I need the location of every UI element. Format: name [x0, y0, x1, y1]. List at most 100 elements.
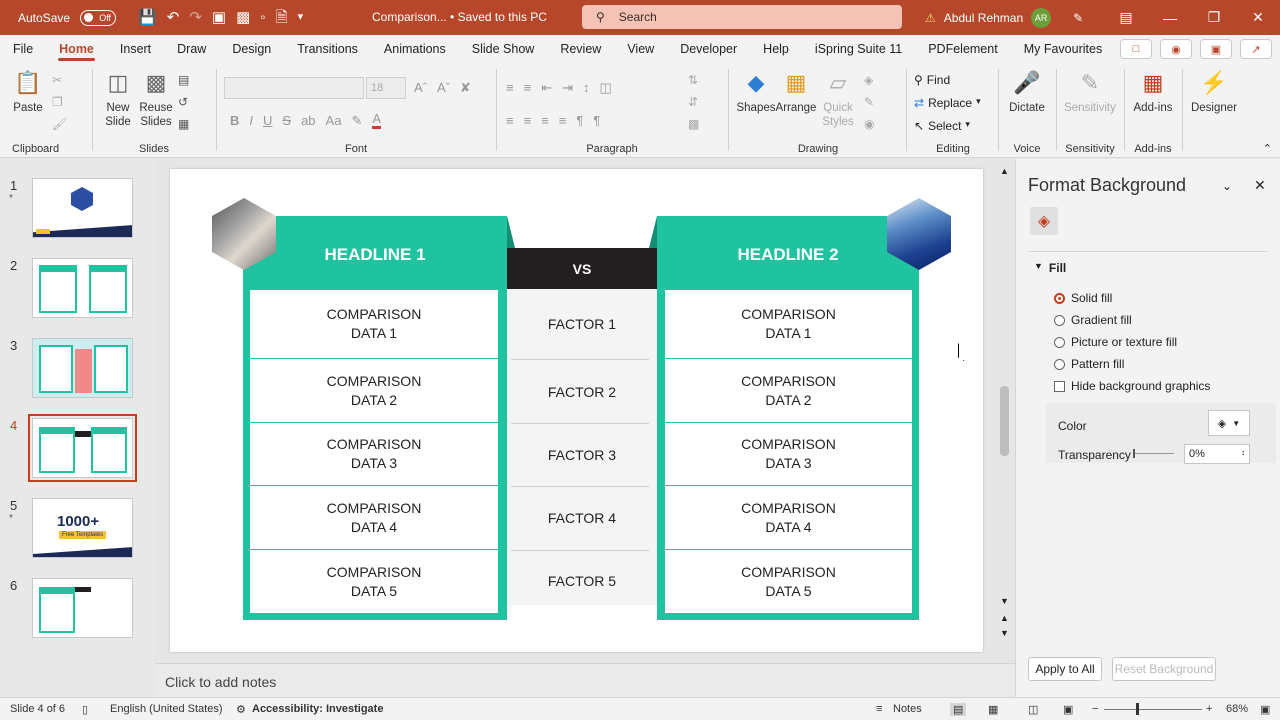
fit-to-window-icon[interactable]: ▣ — [1260, 703, 1270, 716]
thumbnail-row-1[interactable]: 1 * — [0, 178, 150, 242]
redo-icon[interactable]: ↷ — [189, 10, 202, 25]
numbering-icon[interactable]: ≡ — [524, 80, 532, 96]
align-right-icon[interactable]: ≡ — [541, 113, 549, 128]
hide-background-checkbox[interactable]: Hide background graphics — [1054, 379, 1210, 393]
tab-view[interactable]: View — [614, 35, 667, 63]
solid-fill-radio[interactable]: Solid fill — [1054, 291, 1112, 305]
quick-styles-button[interactable]: ▱ Quick Styles — [818, 69, 858, 129]
prev-slide-icon[interactable]: ▲ — [1000, 613, 1009, 623]
scroll-thumb[interactable] — [1000, 386, 1009, 456]
thumbnail-row-4[interactable]: 4 — [0, 414, 150, 482]
editor-scrollbar[interactable]: ▲ ▼ ▲ ▼ — [997, 166, 1013, 646]
gradient-fill-radio[interactable]: Gradient fill — [1054, 313, 1132, 327]
accessibility-status[interactable]: Accessibility: Investigate — [252, 703, 383, 715]
line-spacing-icon[interactable]: ↕ — [583, 80, 590, 96]
sensitivity-button[interactable]: ✎ Sensitivity — [1060, 69, 1120, 115]
thumbnail-row-3[interactable]: 3 — [0, 338, 150, 402]
tab-my-favourites[interactable]: My Favourites — [1011, 35, 1116, 63]
tab-home[interactable]: Home — [46, 35, 107, 63]
scroll-down-icon[interactable]: ▼ — [1000, 596, 1009, 606]
zoom-level[interactable]: 68% — [1226, 703, 1248, 715]
slide-thumbnail[interactable] — [32, 258, 133, 318]
clear-format-icon[interactable]: ✘ — [460, 80, 471, 96]
ltr-icon[interactable]: ¶ — [576, 113, 583, 128]
zoom-in-icon[interactable]: + — [1206, 703, 1212, 715]
comments-icon[interactable]: □ — [1120, 39, 1152, 59]
transparency-slider-thumb[interactable] — [1133, 449, 1135, 458]
customize-qat-icon[interactable]: ▾ — [298, 12, 304, 23]
reuse-slides-button[interactable]: ▩ Reuse Slides — [138, 69, 174, 129]
font-name-box[interactable] — [224, 77, 364, 99]
replace-button[interactable]: ⇄ Replace ▾ — [914, 96, 981, 110]
tab-design[interactable]: Design — [219, 35, 284, 63]
picture-fill-radio[interactable]: Picture or texture fill — [1054, 335, 1177, 349]
rtl-icon[interactable]: ¶ — [593, 113, 600, 128]
highlight-icon[interactable]: ✎ — [351, 113, 362, 129]
transparency-slider[interactable] — [1134, 453, 1174, 454]
shape-effects-icon[interactable]: ◉ — [864, 117, 874, 131]
new-slide-button[interactable]: ◫ New Slide — [98, 69, 138, 129]
slide-canvas[interactable]: HEADLINE 1 COMPARISON DATA 1 COMPARISON DA… — [170, 169, 983, 652]
addins-button[interactable]: ▦ Add-ins — [1128, 69, 1178, 115]
record-icon[interactable]: ◉ — [1160, 39, 1192, 59]
tab-pdfelement[interactable]: PDFelement — [915, 35, 1010, 63]
smartart-icon[interactable]: ▩ — [688, 117, 699, 131]
arrange-button[interactable]: ▦ Arrange — [774, 69, 818, 115]
bold-icon[interactable]: B — [230, 113, 239, 129]
normal-view-icon[interactable]: ▤ — [950, 703, 967, 716]
transparency-input[interactable]: 0% ↕ — [1184, 444, 1250, 464]
share-icon[interactable]: ↗ — [1240, 39, 1272, 59]
shape-outline-icon[interactable]: ✎ — [864, 95, 874, 109]
find-button[interactable]: ⚲ Find — [914, 73, 950, 87]
thumbnail-row-5[interactable]: 5 * 1000+ Free Templates — [0, 498, 150, 562]
columns-icon[interactable]: ◫ — [600, 80, 612, 96]
present-teams-icon[interactable]: ▣ — [1200, 39, 1232, 59]
scroll-up-icon[interactable]: ▲ — [1000, 166, 1009, 176]
zoom-out-icon[interactable]: − — [1092, 703, 1098, 715]
increase-indent-icon[interactable]: ⇥ — [562, 80, 573, 96]
pane-options-icon[interactable]: ⌄ — [1222, 179, 1232, 193]
tab-slide-show[interactable]: Slide Show — [459, 35, 548, 63]
align-center-icon[interactable]: ≡ — [524, 113, 532, 128]
ribbon-display-icon[interactable]: ▤ — [1104, 0, 1148, 35]
apply-to-all-button[interactable]: Apply to All — [1028, 657, 1102, 681]
autosave-toggle[interactable]: Off — [80, 9, 117, 26]
close-icon[interactable]: ✕ — [1236, 0, 1280, 35]
text-direction-icon[interactable]: ⇅ — [688, 73, 699, 87]
font-color-icon[interactable]: A — [372, 112, 382, 129]
tab-review[interactable]: Review — [547, 35, 614, 63]
zoom-slider-thumb[interactable] — [1136, 703, 1139, 715]
slide-thumbnail[interactable]: 1000+ Free Templates — [32, 498, 133, 558]
char-spacing-icon[interactable]: ab — [301, 113, 315, 129]
collapse-ribbon-icon[interactable]: ⌃ — [1263, 142, 1272, 155]
format-painter-icon[interactable]: 🖌 — [52, 117, 67, 131]
select-button[interactable]: ↖ Select ▾ — [914, 119, 970, 133]
italic-icon[interactable]: I — [249, 113, 253, 129]
tab-animations[interactable]: Animations — [371, 35, 459, 63]
decrease-indent-icon[interactable]: ⇤ — [541, 80, 552, 96]
next-slide-icon[interactable]: ▼ — [1000, 628, 1009, 638]
copy-icon[interactable]: ❐ — [52, 95, 67, 109]
slide-thumbnail[interactable] — [32, 178, 133, 238]
language-status[interactable]: English (United States) — [110, 703, 223, 715]
fill-section-header[interactable]: ▼ Fill — [1034, 261, 1066, 275]
shrink-font-icon[interactable]: Aˇ — [437, 80, 450, 96]
undo-icon[interactable]: ↶ — [167, 10, 180, 25]
notes-page-icon[interactable]: ▯ — [82, 703, 88, 716]
color-picker-button[interactable]: ◈ ▼ — [1208, 410, 1250, 436]
designer-button[interactable]: ⚡ Designer — [1186, 69, 1242, 115]
justify-icon[interactable]: ≡ — [559, 113, 567, 128]
slideshow-icon[interactable]: ▩ — [236, 10, 250, 25]
tab-draw[interactable]: Draw — [164, 35, 219, 63]
pattern-fill-radio[interactable]: Pattern fill — [1054, 357, 1124, 371]
reset-background-button[interactable]: Reset Background — [1112, 657, 1216, 681]
notes-pane[interactable]: Click to add notes — [155, 663, 1015, 697]
shapes-icon[interactable]: ◦ — [260, 10, 265, 25]
user-account[interactable]: ⚠ Abdul Rehman AR ✎ — [925, 8, 1083, 28]
dictate-button[interactable]: 🎤 Dictate — [1004, 69, 1050, 115]
slide-thumbnail-selected[interactable] — [28, 414, 137, 482]
paste-button[interactable]: 📋 Paste — [8, 69, 48, 115]
reset-icon[interactable]: ↺ — [178, 95, 189, 109]
shape-fill-icon[interactable]: ◈ — [864, 73, 874, 87]
bullets-icon[interactable]: ≡ — [506, 80, 514, 96]
